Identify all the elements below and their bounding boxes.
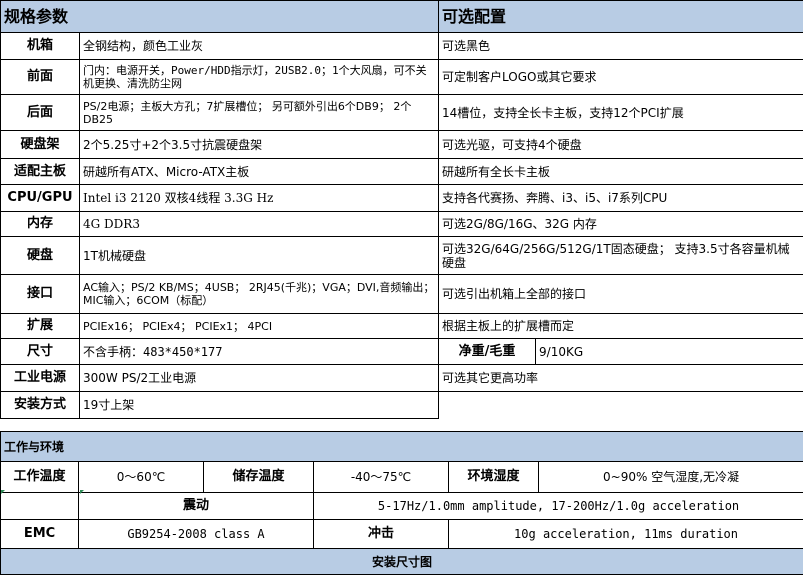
row-value: 2个5.25寸+2个3.5寸抗震硬盘架 (78, 130, 440, 159)
row-value: 门内：电源开关，Power/HDD指示灯，2USB2.0；1个大风扇，可不关机更… (78, 59, 440, 95)
table-row: 接口 AC输入；PS/2 KB/MS；4USB； 2RJ45(千兆)；VGA；D… (0, 274, 803, 314)
row-label: 硬盘 (0, 236, 80, 275)
row-label: 后面 (0, 94, 80, 131)
table-row: 前面 门内：电源开关，Power/HDD指示灯，2USB2.0；1个大风扇，可不… (0, 59, 803, 95)
row-label: 内存 (0, 211, 80, 237)
emc-label: EMC (0, 519, 79, 549)
emc-value: GB9254-2008 class A (78, 519, 314, 549)
row-value: 1T机械硬盘 (78, 236, 440, 275)
shock-value: 10g acceleration, 11ms duration (447, 519, 803, 549)
mount-label: 安装方式 (0, 391, 80, 419)
cell-marker (1, 490, 5, 494)
table-row: 内存 4G DDR3 可选2G/8G/16G、32G 内存 (0, 211, 803, 237)
row-value: 全钢结构，颜色工业灰 (78, 32, 440, 60)
row-label: 硬盘架 (0, 130, 80, 159)
spec-header: 规格参数 (0, 0, 440, 33)
power-option: 可选其它更高功率 (438, 364, 803, 392)
row-option: 可选黑色 (438, 32, 803, 60)
shock-label: 冲击 (313, 519, 449, 549)
environment-table: 工作与环境 工作温度 0～60℃ 储存温度 -40～75℃ 环境湿度 0~90%… (0, 431, 803, 575)
work-temp-value: 0～60℃ (78, 461, 204, 493)
row-label: CPU/GPU (0, 184, 80, 212)
row-value: PCIEx16； PCIEx4； PCIEx1； 4PCI (78, 313, 440, 339)
row-value: 4G DDR3 (78, 211, 440, 237)
vibration-label: 震动 (78, 492, 314, 520)
storage-temp-value: -40～75℃ (313, 461, 449, 493)
humidity-label: 环境湿度 (448, 461, 539, 493)
table-row: 硬盘 1T机械硬盘 可选32G/64G/256G/512G/1T固态硬盘； 支持… (0, 236, 803, 275)
row-option: 可选2G/8G/16G、32G 内存 (438, 211, 803, 237)
row-option: 支持各代赛扬、奔腾、i3、i5、i7系列CPU (438, 184, 803, 212)
row-label: 接口 (0, 274, 80, 314)
table-row: 工业电源 300W PS/2工业电源 可选其它更高功率 (0, 364, 803, 392)
table-row: 安装方式 19寸上架 (0, 391, 803, 419)
cell-marker (80, 490, 84, 494)
table-row: 适配主板 研越所有ATX、Micro-ATX主板 研越所有全长卡主板 (0, 158, 803, 185)
table-row: CPU/GPU Intel i3 2120 双核4线程 3.3G Hz 支持各代… (0, 184, 803, 212)
empty-cell (0, 492, 79, 520)
power-label: 工业电源 (0, 364, 80, 392)
row-option: 可定制客户LOGO或其它要求 (438, 59, 803, 95)
row-label: 扩展 (0, 313, 80, 339)
option-header: 可选配置 (438, 0, 803, 33)
storage-temp-label: 储存温度 (203, 461, 314, 493)
row-label: 机箱 (0, 32, 80, 60)
row-option: 可选光驱，可支持4个硬盘 (438, 130, 803, 159)
humidity-value: 0~90% 空气湿度,无冷凝 (537, 461, 803, 493)
mount-value: 19寸上架 (78, 391, 440, 419)
table-row: 硬盘架 2个5.25寸+2个3.5寸抗震硬盘架 可选光驱，可支持4个硬盘 (0, 130, 803, 159)
row-option: 可选引出机箱上全部的接口 (438, 274, 803, 314)
environment-header: 工作与环境 (0, 431, 803, 462)
table-row: 后面 PS/2电源；主板大方孔；7扩展槽位； 另可额外引出6个DB9； 2个DB… (0, 94, 803, 131)
power-value: 300W PS/2工业电源 (78, 364, 440, 392)
table-row: 尺寸 不含手柄：483*450*177 净重/毛重 9/10KG (0, 338, 803, 365)
table-row: 机箱 全钢结构，颜色工业灰 可选黑色 (0, 32, 803, 60)
vibration-value: 5-17Hz/1.0mm amplitude, 17-200Hz/1.0g ac… (312, 492, 803, 520)
row-value: Intel i3 2120 双核4线程 3.3G Hz (78, 184, 440, 212)
row-option: 14槽位，支持全长卡主板，支持12个PCI扩展 (438, 94, 803, 131)
table-row: 扩展 PCIEx16； PCIEx4； PCIEx1； 4PCI 根据主板上的扩… (0, 313, 803, 339)
size-value: 不含手柄：483*450*177 (78, 338, 440, 365)
install-diagram-header: 安装尺寸图 (0, 548, 803, 575)
row-value: AC输入；PS/2 KB/MS；4USB； 2RJ45(千兆)；VGA；DVI,… (78, 274, 440, 314)
row-value: PS/2电源；主板大方孔；7扩展槽位； 另可额外引出6个DB9； 2个DB25 (78, 94, 440, 131)
row-option: 根据主板上的扩展槽而定 (438, 313, 803, 339)
row-label: 适配主板 (0, 158, 80, 185)
work-temp-label: 工作温度 (0, 461, 79, 493)
weight-value: 9/10KG (535, 338, 803, 365)
row-option: 研越所有全长卡主板 (438, 158, 803, 185)
empty-cell (438, 391, 803, 419)
row-label: 前面 (0, 59, 80, 95)
weight-label: 净重/毛重 (438, 338, 537, 365)
row-value: 研越所有ATX、Micro-ATX主板 (78, 158, 440, 185)
spec-table: 规格参数 可选配置 机箱 全钢结构，颜色工业灰 可选黑色 前面 门内：电源开关，… (0, 0, 803, 419)
row-option: 可选32G/64G/256G/512G/1T固态硬盘； 支持3.5寸各容量机械硬… (438, 236, 803, 275)
size-label: 尺寸 (0, 338, 80, 365)
